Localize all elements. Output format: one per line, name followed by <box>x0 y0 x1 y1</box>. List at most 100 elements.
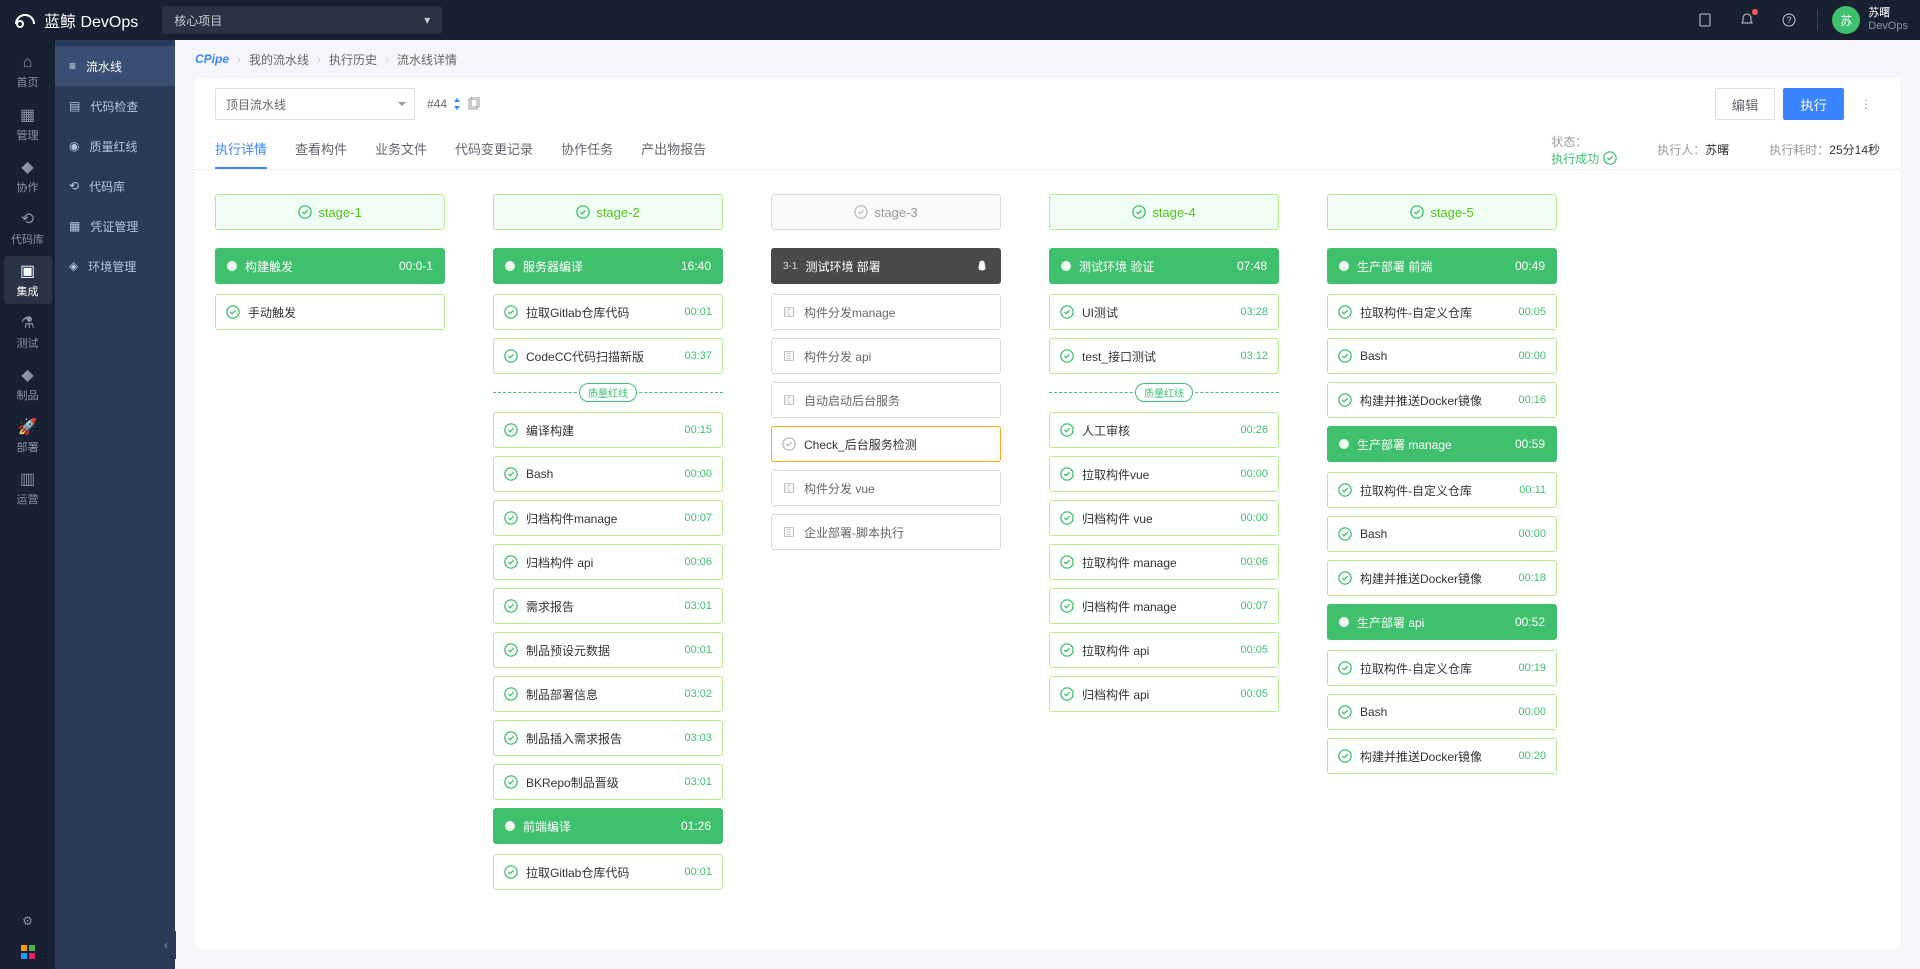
clipboard-icon <box>782 305 796 319</box>
quality-gate[interactable]: 质量红线 <box>493 382 723 402</box>
pipeline-step[interactable]: BKRepo制品晋级03:01 <box>493 764 723 800</box>
tab[interactable]: 业务文件 <box>375 130 427 169</box>
pipeline-step[interactable]: Bash00:00 <box>1327 516 1557 552</box>
nav-item-6[interactable]: ◆制品 <box>4 360 52 408</box>
nav-item-3[interactable]: ⟲代码库 <box>4 204 52 252</box>
pipeline-step[interactable]: 构件分发manage <box>771 294 1001 330</box>
job-header[interactable]: 构建触发00:0-1 <box>215 248 445 284</box>
tab[interactable]: 协作任务 <box>561 130 613 169</box>
build-number[interactable]: #44 <box>427 97 481 111</box>
subnav-item[interactable]: ≡流水线 <box>55 46 175 86</box>
check-icon <box>504 643 518 657</box>
job-header[interactable]: 生产部署 前端00:49 <box>1327 248 1557 284</box>
check-icon <box>576 205 590 219</box>
breadcrumb-item[interactable]: 执行历史 <box>329 51 377 68</box>
subnav-item[interactable]: ▦凭证管理 <box>55 206 175 246</box>
pipeline-step[interactable]: 企业部署-脚本执行 <box>771 514 1001 550</box>
pipeline-step[interactable]: 人工审核00:26 <box>1049 412 1279 448</box>
collapse-button[interactable]: ‹ <box>156 931 176 959</box>
subnav-item[interactable]: ⟲代码库 <box>55 166 175 206</box>
pipeline-step[interactable]: 自动启动后台服务 <box>771 382 1001 418</box>
pipeline-step[interactable]: CodeCC代码扫描新版03:37 <box>493 338 723 374</box>
pipeline-canvas[interactable]: stage-1 构建触发00:0-1 手动触发 stage-2 服务器编译16:40 拉取… <box>195 170 1900 949</box>
pipeline-step[interactable]: 构建并推送Docker镜像00:20 <box>1327 738 1557 774</box>
pipeline-step[interactable]: 制品预设元数据00:01 <box>493 632 723 668</box>
subnav-item[interactable]: ◉质量红线 <box>55 126 175 166</box>
tab[interactable]: 代码变更记录 <box>455 130 533 169</box>
nav-item-8[interactable]: ▥运营 <box>4 464 52 512</box>
breadcrumb-brand[interactable]: CPipe <box>195 52 229 66</box>
pipeline-step[interactable]: 构建并推送Docker镜像00:16 <box>1327 382 1557 418</box>
pipeline-step[interactable]: 归档构件 api00:05 <box>1049 676 1279 712</box>
job-header[interactable]: 服务器编译16:40 <box>493 248 723 284</box>
pipeline-step[interactable]: Bash00:00 <box>1327 694 1557 730</box>
pipeline-step[interactable]: test_接口测试03:12 <box>1049 338 1279 374</box>
stage-header[interactable]: stage-1 <box>215 194 445 230</box>
copy-icon[interactable] <box>467 97 481 111</box>
subnav-item[interactable]: ◈环境管理 <box>55 246 175 286</box>
check-icon <box>1060 467 1074 481</box>
tab[interactable]: 产出物报告 <box>641 130 706 169</box>
job-header[interactable]: 前端编译01:26 <box>493 808 723 844</box>
subnav-item[interactable]: ▤代码检查 <box>55 86 175 126</box>
pipeline-step[interactable]: 制品部署信息03:02 <box>493 676 723 712</box>
bell-icon[interactable] <box>1733 6 1761 34</box>
pipeline-step[interactable]: 归档构件manage00:07 <box>493 500 723 536</box>
tab[interactable]: 查看构件 <box>295 130 347 169</box>
pipeline-step[interactable]: 拉取构件-自定义仓库00:05 <box>1327 294 1557 330</box>
logo[interactable]: 蓝鲸 DevOps <box>12 8 138 32</box>
pipeline-step[interactable]: 归档构件 manage00:07 <box>1049 588 1279 624</box>
edit-button[interactable]: 编辑 <box>1715 88 1776 120</box>
pipeline-step[interactable]: 编译构建00:15 <box>493 412 723 448</box>
pipeline-step[interactable]: Check_后台服务检测 <box>771 426 1001 462</box>
pipeline-selector[interactable]: 顶目流水线 <box>215 88 415 120</box>
gear-icon[interactable]: ⚙ <box>14 907 42 935</box>
job-header[interactable]: 生产部署 manage00:59 <box>1327 426 1557 462</box>
logo-icon <box>12 10 38 30</box>
pipeline-step[interactable]: 制品插入需求报告03:03 <box>493 720 723 756</box>
pipeline-step[interactable]: Bash00:00 <box>1327 338 1557 374</box>
nav-item-7[interactable]: 🚀部署 <box>4 412 52 460</box>
clipboard-icon <box>782 393 796 407</box>
pipeline-step[interactable]: 归档构件 api00:06 <box>493 544 723 580</box>
more-button[interactable]: ⋮ <box>1852 88 1880 120</box>
pipeline-step[interactable]: 拉取构件 manage00:06 <box>1049 544 1279 580</box>
nav-item-5[interactable]: ⚗测试 <box>4 308 52 356</box>
pipeline-step[interactable]: 拉取构件-自定义仓库00:11 <box>1327 472 1557 508</box>
pipeline-step[interactable]: 需求报告03:01 <box>493 588 723 624</box>
job-header[interactable]: 生产部署 api00:52 <box>1327 604 1557 640</box>
pipeline-step[interactable]: 归档构件 vue00:00 <box>1049 500 1279 536</box>
project-selector[interactable]: 核心项目 ▾ <box>162 6 442 34</box>
stage-header[interactable]: stage-4 <box>1049 194 1279 230</box>
tab[interactable]: 执行详情 <box>215 130 267 169</box>
check-icon <box>504 467 518 481</box>
quality-gate[interactable]: 质量红线 <box>1049 382 1279 402</box>
breadcrumb-item[interactable]: 我的流水线 <box>249 51 309 68</box>
job-header[interactable]: 3-1测试环境 部署 <box>771 248 1001 284</box>
pipeline-step[interactable]: 构件分发 api <box>771 338 1001 374</box>
stage-header[interactable]: stage-3 <box>771 194 1001 230</box>
apps-icon[interactable] <box>21 945 35 959</box>
nav-item-1[interactable]: ▦管理 <box>4 100 52 148</box>
pipeline-step[interactable]: 拉取Gitlab仓库代码00:01 <box>493 294 723 330</box>
pipeline-step[interactable]: 拉取构件 api00:05 <box>1049 632 1279 668</box>
pipeline-step[interactable]: 手动触发 <box>215 294 445 330</box>
pipeline-step[interactable]: 拉取构件vue00:00 <box>1049 456 1279 492</box>
pipeline-step[interactable]: 构建并推送Docker镜像00:18 <box>1327 560 1557 596</box>
stage-header[interactable]: stage-5 <box>1327 194 1557 230</box>
check-icon <box>1338 483 1352 497</box>
job-header[interactable]: 测试环境 验证07:48 <box>1049 248 1279 284</box>
nav-item-0[interactable]: ⌂首页 <box>4 48 52 96</box>
help-icon[interactable]: ? <box>1775 6 1803 34</box>
pipeline-step[interactable]: 构件分发 vue <box>771 470 1001 506</box>
stage-header[interactable]: stage-2 <box>493 194 723 230</box>
pipeline-step[interactable]: 拉取构件-自定义仓库00:19 <box>1327 650 1557 686</box>
user-menu[interactable]: 苏 苏曙 DevOps <box>1832 6 1908 34</box>
doc-icon[interactable] <box>1691 6 1719 34</box>
run-button[interactable]: 执行 <box>1783 88 1844 120</box>
nav-item-2[interactable]: ◆协作 <box>4 152 52 200</box>
pipeline-step[interactable]: Bash00:00 <box>493 456 723 492</box>
pipeline-step[interactable]: 拉取Gitlab仓库代码00:01 <box>493 854 723 890</box>
nav-item-4[interactable]: ▣集成 <box>4 256 52 304</box>
pipeline-step[interactable]: UI测试03:28 <box>1049 294 1279 330</box>
